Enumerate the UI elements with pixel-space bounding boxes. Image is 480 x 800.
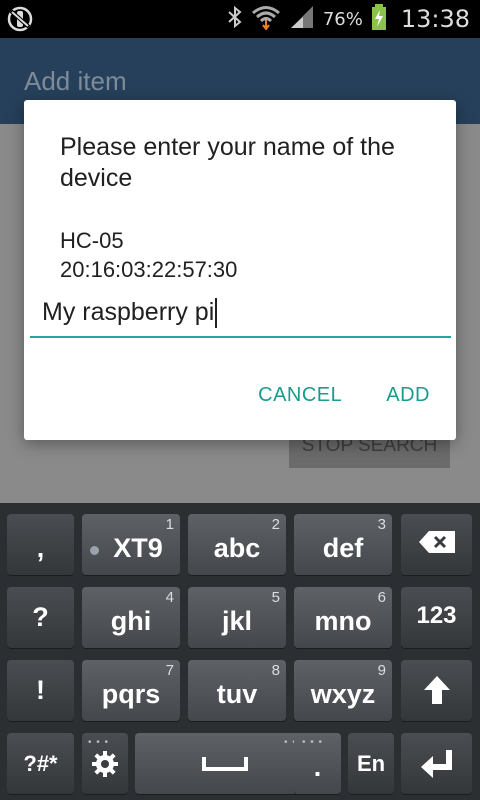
signal-icon <box>289 5 315 33</box>
key-pqrs[interactable]: 7 pqrs <box>82 660 180 721</box>
dialog-message: Please enter your name of the device <box>60 133 395 192</box>
device-name-input[interactable]: My raspberry pi <box>30 296 451 338</box>
add-button[interactable]: ADD <box>386 384 430 407</box>
page-title: Add item <box>24 66 127 96</box>
status-bar: 76% 13:38 <box>0 0 480 38</box>
key-tuv[interactable]: 8 tuv <box>188 660 286 721</box>
shift-key[interactable] <box>401 660 472 721</box>
key-def[interactable]: 3 def <box>294 514 392 575</box>
device-name-input-text: My raspberry pi <box>42 298 215 326</box>
blocked-notification-icon <box>6 5 34 33</box>
shift-arrow-icon <box>401 674 472 706</box>
clock: 13:38 <box>400 5 470 33</box>
battery-percent: 76% <box>322 8 363 30</box>
key-symbols[interactable]: ?#* <box>7 733 74 794</box>
cancel-button[interactable]: CANCEL <box>258 384 342 407</box>
enter-icon <box>401 747 472 779</box>
key-exclaim[interactable]: ! <box>7 660 74 721</box>
device-address: 20:16:03:22:57:30 <box>60 257 238 282</box>
bluetooth-icon <box>227 5 243 33</box>
key-comma[interactable]: , <box>7 514 74 575</box>
key-xt9[interactable]: 1 XT9 <box>82 514 180 575</box>
key-period[interactable]: • • • . <box>294 733 341 794</box>
key-mno[interactable]: 6 mno <box>294 587 392 648</box>
on-screen-keyboard: , 1 XT9 2 abc 3 def ? 4 ghi 5 jkl 6 mno … <box>0 503 480 800</box>
key-jkl[interactable]: 5 jkl <box>188 587 286 648</box>
key-numbers[interactable]: 123 <box>401 587 472 648</box>
wifi-icon <box>251 4 281 34</box>
name-device-dialog: Please enter your name of the device HC-… <box>24 100 456 440</box>
enter-key[interactable] <box>401 733 472 794</box>
backspace-icon <box>401 528 472 556</box>
language-key[interactable]: En <box>348 733 394 794</box>
gear-icon <box>82 749 128 779</box>
key-question[interactable]: ? <box>7 587 74 648</box>
key-abc[interactable]: 2 abc <box>188 514 286 575</box>
text-cursor <box>215 298 217 328</box>
key-wxyz[interactable]: 9 wxyz <box>294 660 392 721</box>
space-bar-icon <box>135 755 315 773</box>
device-name: HC-05 <box>60 228 124 253</box>
battery-charging-icon <box>371 4 387 34</box>
space-key[interactable]: • • • 0 <box>135 733 315 794</box>
backspace-key[interactable] <box>401 514 472 575</box>
settings-key[interactable]: • • • <box>82 733 128 794</box>
key-ghi[interactable]: 4 ghi <box>82 587 180 648</box>
